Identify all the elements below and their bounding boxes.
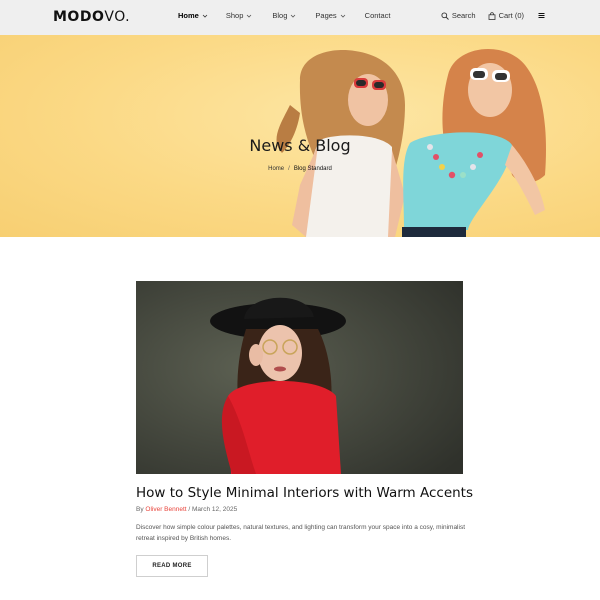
logo-bold-text: MODO bbox=[53, 9, 105, 25]
breadcrumb-separator: / bbox=[288, 166, 290, 172]
nav-item-label: Contact bbox=[364, 11, 391, 20]
post-date: / March 12, 2025 bbox=[188, 506, 238, 513]
header-tools: Search Cart (0) bbox=[441, 11, 548, 20]
nav-item-label: Home bbox=[178, 11, 199, 20]
logo[interactable]: MODOVO. bbox=[53, 9, 130, 25]
main-nav: Home Shop Blog Pages Contact bbox=[178, 11, 391, 20]
search-label: Search bbox=[451, 11, 476, 20]
nav-item-contact[interactable]: Contact bbox=[365, 11, 391, 20]
cart-button[interactable]: Cart (0) bbox=[488, 11, 524, 20]
logo-light-text: VO. bbox=[104, 9, 131, 25]
post-meta-by: By bbox=[136, 506, 144, 513]
cart-label: Cart (0) bbox=[498, 11, 524, 20]
hero-banner: News & Blog Home / Blog Standard bbox=[0, 35, 600, 237]
post-author-link[interactable]: Oliver Bennett bbox=[145, 506, 186, 513]
nav-item-label: Shop bbox=[225, 11, 244, 20]
search-button[interactable]: Search bbox=[441, 11, 476, 20]
site-header: MODOVO. Home Shop Blog Pages Contact Sea… bbox=[0, 0, 600, 35]
breadcrumb-current: Blog Standard bbox=[293, 166, 332, 172]
menu-button[interactable] bbox=[538, 12, 548, 19]
chevron-down-icon bbox=[202, 14, 208, 18]
chevron-down-icon bbox=[291, 14, 296, 18]
chevron-down-icon bbox=[340, 14, 345, 18]
post-excerpt: Discover how simple colour palettes, nat… bbox=[136, 524, 465, 542]
breadcrumb-home-link[interactable]: Home bbox=[268, 166, 284, 172]
breadcrumb: Home / Blog Standard bbox=[0, 166, 600, 172]
bag-icon bbox=[488, 11, 495, 20]
nav-item-blog[interactable]: Blog bbox=[272, 11, 296, 20]
read-more-button[interactable]: READ MORE bbox=[136, 555, 208, 577]
nav-item-label: Blog bbox=[272, 11, 288, 20]
nav-item-label: Pages bbox=[315, 11, 337, 20]
post-title[interactable]: How to Style Minimal Interiors with Warm… bbox=[136, 485, 473, 501]
search-icon bbox=[441, 11, 449, 20]
hamburger-menu-icon bbox=[538, 13, 545, 18]
nav-item-pages[interactable]: Pages bbox=[315, 11, 345, 20]
post-meta: By Oliver Bennett / March 12, 2025 bbox=[136, 506, 237, 513]
post-photo bbox=[136, 281, 463, 474]
nav-item-shop[interactable]: Shop bbox=[226, 11, 253, 20]
chevron-down-icon bbox=[247, 14, 252, 18]
post-featured-image[interactable] bbox=[136, 281, 463, 474]
nav-item-home[interactable]: Home bbox=[178, 11, 208, 20]
page-title: News & Blog bbox=[249, 136, 351, 155]
